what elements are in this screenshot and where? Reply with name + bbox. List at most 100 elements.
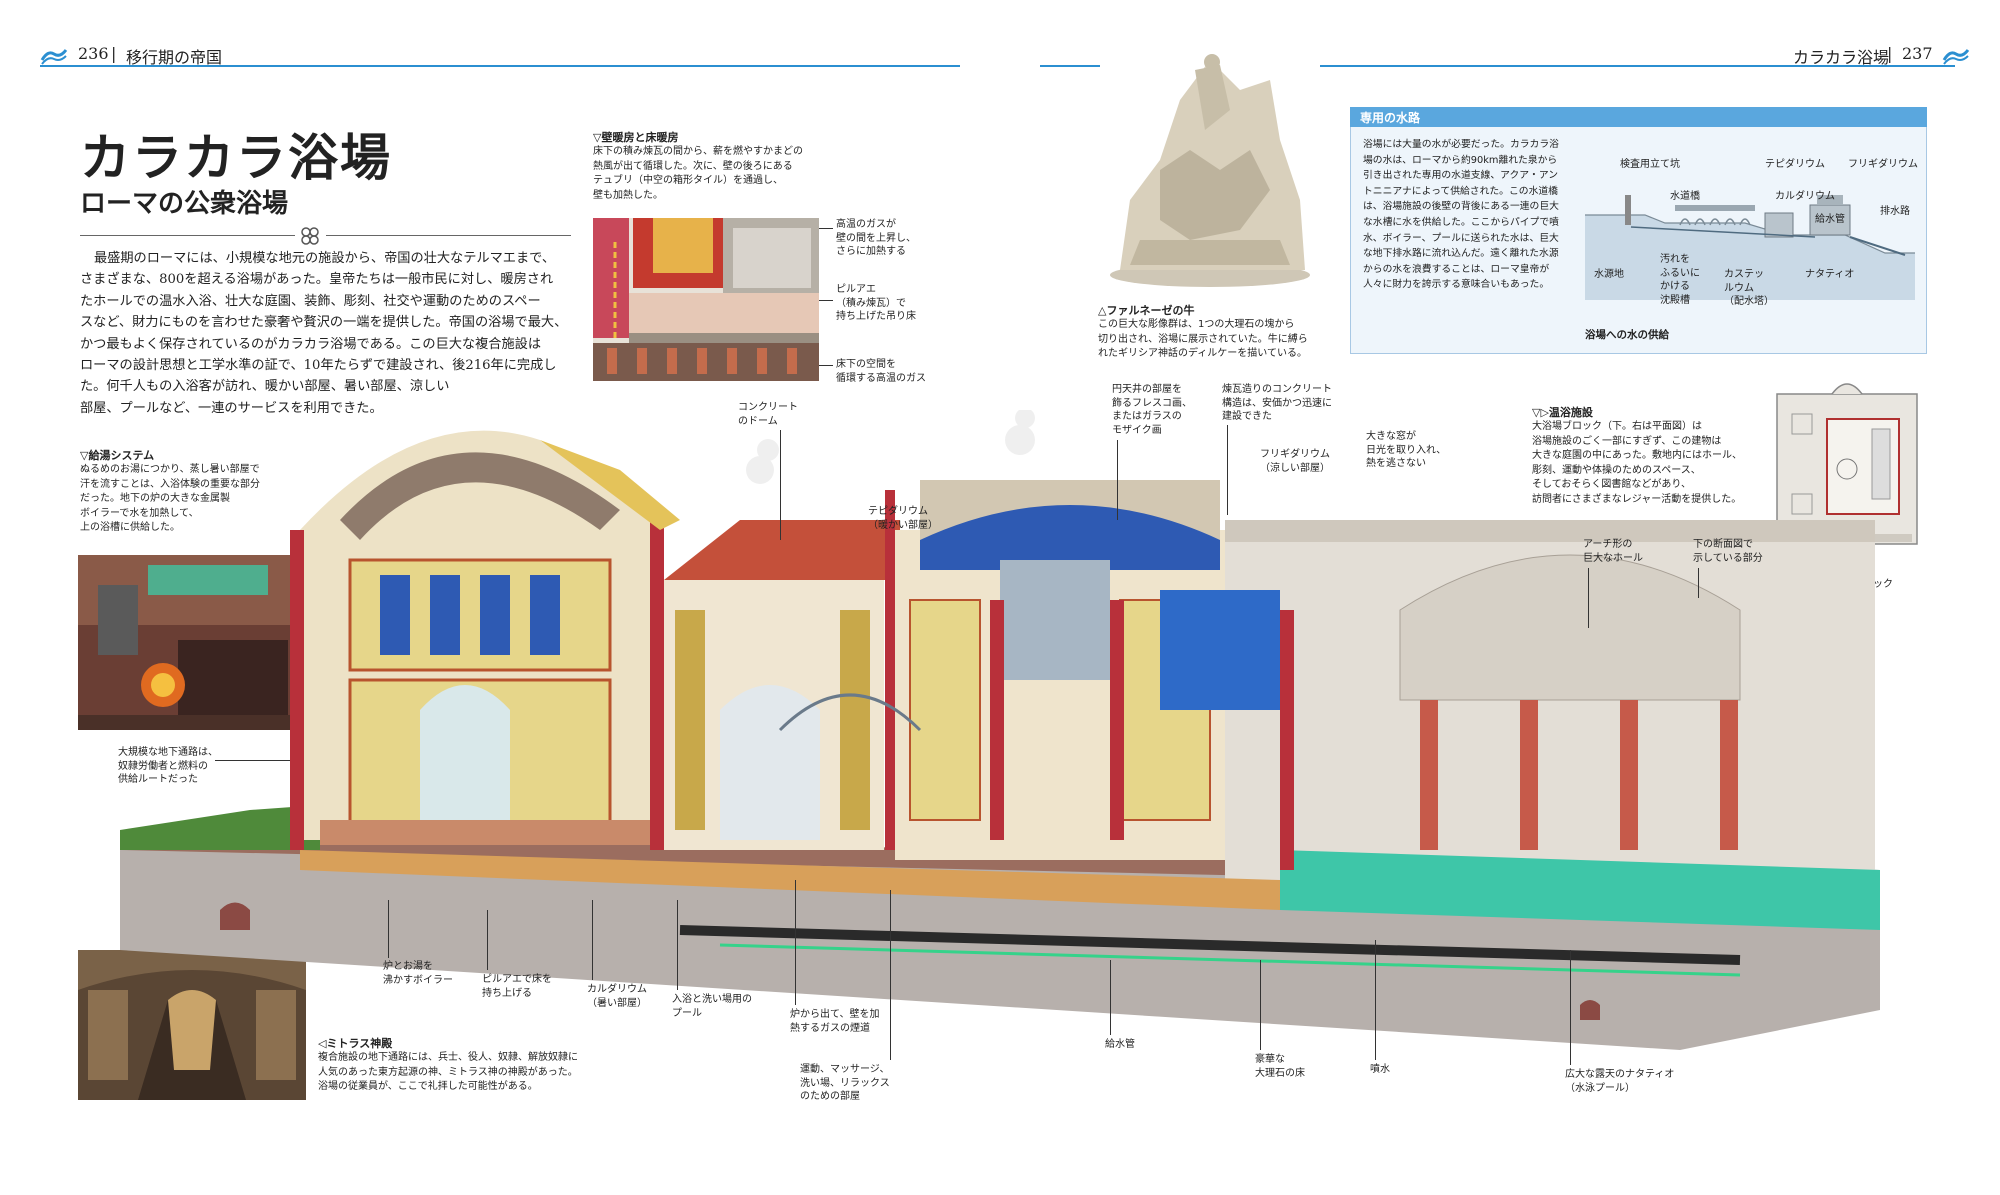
- label-caldarium-main: カルダリウム （暑い部屋）: [587, 983, 647, 1010]
- header-rule-left: [40, 65, 960, 67]
- label-line: フリギダリウム: [1260, 449, 1330, 460]
- label-line: 大理石の床: [1255, 1067, 1305, 1079]
- label-boiler: 炉とお湯を 沸かすボイラー: [383, 960, 453, 987]
- label-line: 建設できた: [1222, 411, 1272, 422]
- label-line: ふるいに: [1660, 267, 1700, 279]
- caption-heading: ▽壁暖房と床暖房: [593, 131, 679, 144]
- header-divider: |: [1887, 44, 1893, 63]
- baths-cutaway-illustration: [120, 410, 1880, 1050]
- aqueduct-line: からの水を浪費することは、ローマ皇帝が: [1363, 263, 1550, 275]
- leader-line: [1110, 960, 1111, 1035]
- leader-line: [487, 910, 488, 970]
- right-page-number: 237: [1902, 44, 1933, 63]
- caption-line: この巨大な彫像群は、1つの大理石の塊から: [1098, 319, 1295, 330]
- leader-line: [819, 365, 833, 366]
- label-castellum: カステッ ルウム （配水塔）: [1724, 268, 1774, 309]
- label-inspection-shaft: 検査用立て坑: [1620, 159, 1680, 170]
- page-title: カラカラ浴場: [80, 128, 392, 187]
- label-line: （涼しい部屋）: [1260, 462, 1330, 474]
- aqueduct-diagram-caption: 浴場への水の供給: [1585, 329, 1669, 341]
- label-line: 高温のガスが: [836, 219, 896, 230]
- leader-line: [795, 880, 796, 1005]
- label-line: モザイク画: [1112, 424, 1162, 436]
- label-line: 示している部分: [1693, 552, 1763, 564]
- label-marble-floor: 豪華な 大理石の床: [1255, 1053, 1305, 1080]
- label-line: かける: [1660, 281, 1690, 292]
- label-natatio-main: 広大な露天のナタティオ （水泳プール）: [1565, 1068, 1674, 1095]
- leader-line: [677, 900, 678, 990]
- label-concrete-dome: コンクリート のドーム: [738, 401, 798, 428]
- label-fresco: 円天井の部屋を 飾るフレスコ画、 またはガラスの モザイク画: [1112, 383, 1192, 437]
- label-line: カルダリウム: [587, 984, 647, 995]
- label-line: （積み煉瓦）で: [836, 297, 906, 309]
- label-line: アーチ形の: [1583, 539, 1633, 550]
- leader-line: [1260, 960, 1261, 1050]
- page-subtitle: ローマの公衆浴場: [80, 189, 289, 219]
- label-line: さらに加熱する: [836, 246, 906, 257]
- label-line: 熱を逃さない: [1366, 458, 1426, 469]
- label-frigidarium: フリギダリウム: [1848, 159, 1918, 170]
- label-line: 広大な露天のナタティオ: [1565, 1069, 1675, 1080]
- label-line: 大きな窓が: [1366, 431, 1416, 442]
- label-line: カステッ: [1724, 269, 1764, 280]
- label-line: 下の断面図で: [1693, 539, 1753, 550]
- label-line: 円天井の部屋を: [1112, 384, 1182, 395]
- label-underfloor: 床下の空間を 循環する高温のガス: [836, 358, 926, 385]
- leader-line: [1588, 568, 1589, 628]
- label-windows: 大きな窓が 日光を取り入れ、 熱を逃さない: [1366, 430, 1446, 471]
- label-line: 日光を取り入れ、: [1366, 444, 1447, 456]
- farnese-bull-image: [1100, 40, 1320, 290]
- intro-line: たホールでの温水入浴、壮大な庭園、装飾、彫刻、社交や運動のためのスペー: [80, 293, 541, 309]
- intro-line: さまざまな、800を超える浴場があった。皇帝たちは一般市民に対し、暖房され: [80, 272, 554, 288]
- heating-cutaway-image: [593, 218, 819, 381]
- caption-line: 人気のあった東方起源の神、ミトラス神の神殿があった。: [318, 1066, 578, 1078]
- aqueduct-text: 浴場には大量の水が必要だった。カラカラ浴 場の水は、ローマから約90km離れた泉…: [1363, 137, 1578, 293]
- leader-line: [388, 900, 389, 958]
- intro-line: ローマの設計思想と工学水準の証で、10年たらずで建設され、後216年に完成し: [80, 358, 557, 374]
- label-pilae: ピルアエ （積み煉瓦）で 持ち上げた吊り床: [836, 283, 916, 324]
- ornament-icon: [301, 227, 319, 245]
- label-line: 巨大なホール: [1583, 552, 1643, 564]
- leader-line: [1375, 940, 1376, 1060]
- aqueduct-line: 人々に財力を誇示する意味合いもあった。: [1363, 279, 1550, 291]
- label-line: 汚れを: [1660, 254, 1690, 265]
- caption-line: テュブリ（中空の箱形タイル）を通過し、: [593, 175, 783, 186]
- caption-line: 熱風が出て循環した。次に、壁の後ろにある: [593, 160, 793, 172]
- leader-line: [592, 900, 593, 980]
- label-aqueduct: 水道橋: [1670, 191, 1700, 202]
- label-line: 入浴と洗い場用の: [672, 994, 752, 1005]
- label-line: ルウム: [1724, 282, 1754, 294]
- aqueduct-heading: 専用の水路: [1360, 111, 1421, 125]
- label-line: ピルアエ: [836, 284, 876, 295]
- leader-line: [780, 430, 781, 540]
- label-line: 沸かすボイラー: [383, 974, 453, 986]
- label-line: 床下の空間を: [836, 359, 896, 370]
- intro-line: 最盛期のローマには、小規模な地元の施設から、帝国の壮大なテルマエまで、: [94, 251, 556, 266]
- leader-line: [1570, 950, 1571, 1065]
- label-line: 持ち上げた吊り床: [836, 311, 916, 322]
- intro-line: かつ最もよく保存されているのがカラカラ浴場である。この巨大な複合施設は: [80, 336, 542, 352]
- label-line: のドーム: [738, 415, 778, 427]
- leader-line: [819, 300, 833, 301]
- aqueduct-line: トニニアナによって供給された。この水道橋: [1363, 185, 1558, 197]
- label-line: テピダリウム: [868, 506, 928, 517]
- label-line: 持ち上げる: [482, 987, 532, 999]
- left-page-number: 236: [78, 44, 109, 63]
- intro-paragraph: 最盛期のローマには、小規模な地元の施設から、帝国の壮大なテルマエまで、 さまざま…: [80, 248, 570, 419]
- label-line: 煉瓦造りのコンクリート: [1222, 384, 1332, 395]
- label-line: 飾るフレスコ画、: [1112, 397, 1192, 409]
- label-line: コンクリート: [738, 402, 798, 413]
- label-exercise: 運動、マッサージ、 洗い場、リラックス のための部屋: [800, 1063, 890, 1104]
- caption-line: 壁も加熱した。: [593, 189, 663, 201]
- label-line: 構造は、安価かつ迅速に: [1222, 397, 1332, 409]
- label-frigidarium-main: フリギダリウム （涼しい部屋）: [1260, 448, 1330, 475]
- leader-line: [1227, 425, 1228, 515]
- label-tepidarium-main: テピダリウム （暖かい部屋）: [868, 505, 938, 532]
- aqueduct-line: 浴場には大量の水が必要だった。カラカラ浴: [1363, 139, 1559, 150]
- label-line: 熱するガスの煙道: [790, 1022, 870, 1034]
- aqueduct-line: 場の水は、ローマから約90km離れた泉から: [1363, 154, 1558, 166]
- label-line: （水泳プール）: [1565, 1082, 1635, 1094]
- label-settling-tank: 汚れを ふるいに かける 沈殿槽: [1660, 253, 1700, 307]
- leader-line: [819, 228, 833, 229]
- label-line: ピルアエで床を: [482, 974, 552, 985]
